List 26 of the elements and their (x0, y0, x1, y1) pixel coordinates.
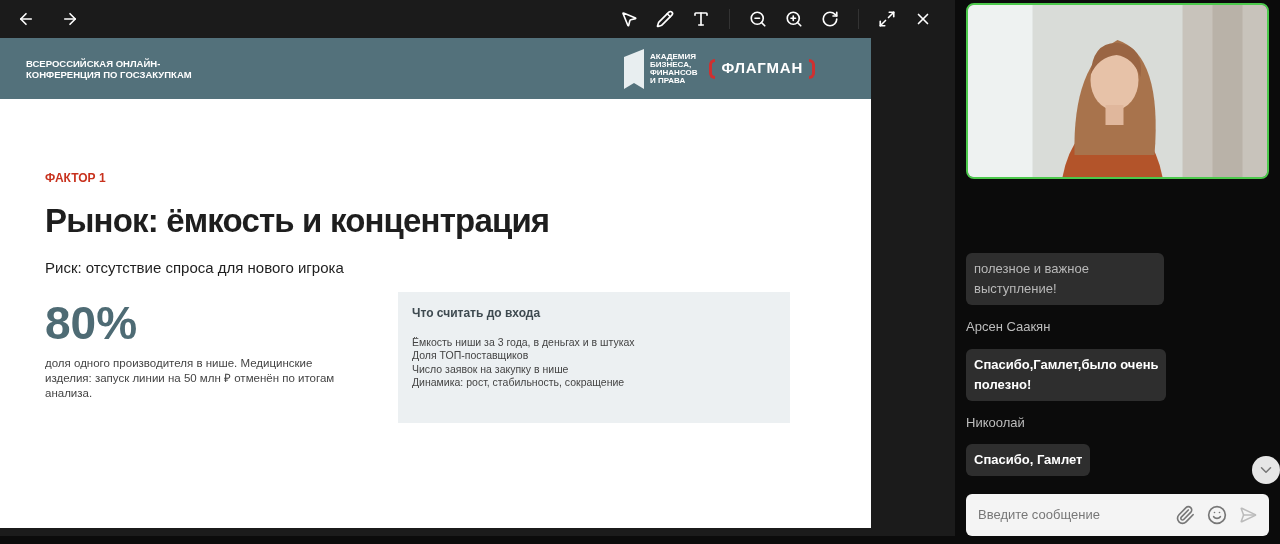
message-author: Никоолай (966, 413, 1025, 432)
bracket-icon (709, 58, 716, 79)
flagman-logo-text: ФЛАГМАН (720, 58, 804, 79)
info-box-item: Динамика: рост, стабильность, сокращение (412, 376, 626, 390)
bracket-icon (809, 58, 815, 79)
info-box-item: Доля ТОП-поставщиков (412, 349, 530, 363)
message-author: Арсен Саакян (966, 318, 1051, 336)
slide-title: Рынок: ёмкость и концентрация (45, 201, 551, 241)
message-input[interactable]: Введите сообщение (966, 494, 1269, 536)
info-box-item: Число заявок на закупку в нише (412, 362, 570, 376)
message-bubble: полезное и важное выступление! (966, 253, 1164, 305)
message-bubble: Спасибо, Гамлет (966, 444, 1091, 476)
attach-icon[interactable] (1175, 505, 1195, 525)
stat-value: 80% (45, 297, 139, 348)
academy-logo-text: АКАДЕМИЯ БИЗНЕСА, ФИНАНСОВ И ПРАВА (650, 52, 698, 85)
stat-caption: доля одного производителя в нише. Медицинские изделия: запуск линии на 50 млн ₽ отменён по итогам анализа. (45, 355, 336, 401)
scroll-down-button[interactable] (1252, 456, 1280, 484)
building-logo-icon (624, 48, 644, 89)
slide-subtitle: Риск: отсутствие спроса для нового игрока (45, 258, 345, 278)
header-title: ВСЕРОССИЙСКАЯ ОНЛАЙН- КОНФЕРЕНЦИЯ ПО ГОСЗАКУПКАМ (26, 57, 192, 80)
info-box-item: Ёмкость ниши за 3 года, в деньгах и в штуках (412, 335, 636, 349)
emoji-icon[interactable] (1207, 505, 1227, 525)
info-box-title: Что считать до входа (412, 304, 542, 322)
message-bubble: Спасибо,Гамлет,было очень полезно! (966, 348, 1167, 401)
message-field[interactable]: Введите сообщение (978, 505, 1163, 525)
slide-kicker: ФАКТОР 1 (45, 170, 107, 187)
